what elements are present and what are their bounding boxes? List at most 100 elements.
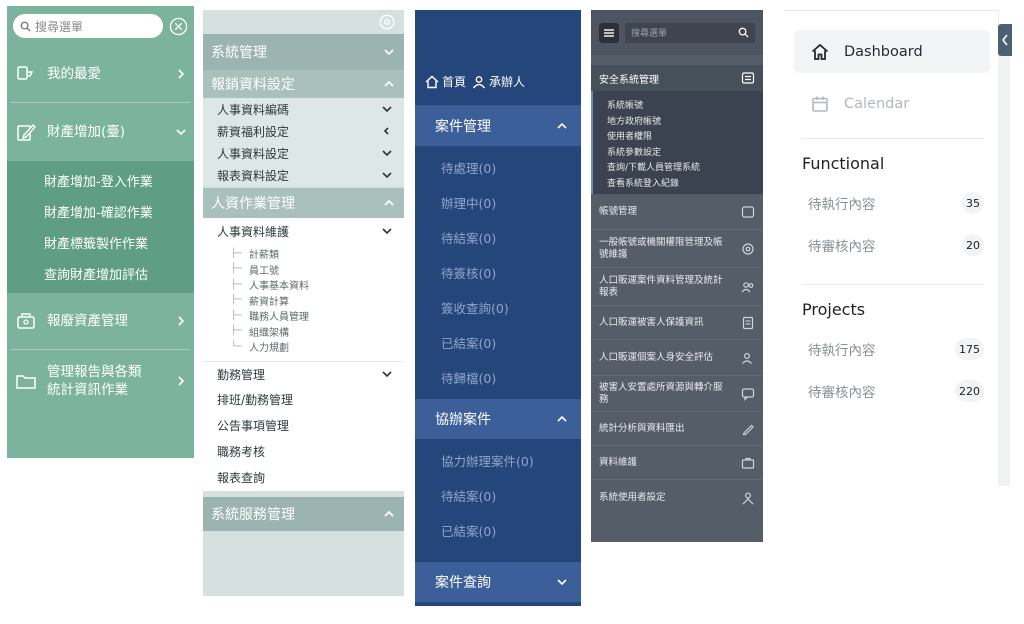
menu-item[interactable]: 報表查詢 — [203, 464, 404, 491]
submenu-item[interactable]: 人事資料編碼 — [203, 98, 404, 120]
tree-leaf-label: 員工號 — [249, 265, 279, 277]
tree-leaf[interactable]: ├─ 職務人員管理 — [203, 308, 404, 324]
menu-item-label: 職務考核 — [217, 445, 266, 459]
submenu-item[interactable]: 薪資福利設定 — [203, 120, 404, 142]
section-label: 系統服務管理 — [211, 506, 295, 523]
list-item[interactable]: 待執行內容 175 — [784, 328, 998, 370]
home-link[interactable]: 首頁 — [425, 73, 466, 90]
list-item-label: 待審核內容 — [808, 385, 876, 401]
menu-item[interactable]: 勤務管理 — [203, 360, 404, 387]
menu-row[interactable]: 一般帳號或機關權限管理及帳號維護 — [591, 230, 763, 268]
nav-dashboard[interactable]: Dashboard — [794, 30, 990, 73]
menu-item-favorites[interactable]: 我的最愛 — [7, 46, 194, 102]
tree-connector: ├─ — [231, 264, 242, 275]
submenu-item[interactable]: 待簽核(0) — [415, 255, 581, 290]
tree-leaf[interactable]: ├─ 薪資計算 — [203, 293, 404, 309]
submenu-item[interactable]: 報表資料設定 — [203, 164, 404, 186]
menu-item[interactable]: 公告事項管理 — [203, 412, 404, 439]
section-co-cases[interactable]: 協辦案件 — [415, 399, 581, 439]
submenu-item[interactable]: 查詢/下載人員管理系統 — [593, 159, 763, 175]
menu-item-scrap-assets[interactable]: 報廢資產管理 — [7, 293, 194, 349]
chevron-left-icon — [1001, 34, 1009, 46]
nav-calendar[interactable]: Calendar — [794, 82, 990, 125]
menu-item[interactable]: 職務考核 — [203, 438, 404, 465]
section-system[interactable]: 系統管理 — [203, 34, 404, 70]
chevron-up-icon — [557, 121, 567, 131]
menu-icon[interactable] — [599, 22, 619, 43]
menu-row[interactable]: 資料維護 — [591, 446, 763, 480]
tree-list: ├─ 計薪類 ├─ 員工號 ├─ 人事基本資料 ├─ 薪資計算 ├─ 職務人員管理 ├─ 組… — [203, 244, 404, 361]
list-item[interactable]: 待審核內容 220 — [784, 370, 998, 412]
menu-item-label: 勤務管理 — [217, 367, 266, 382]
submenu-item[interactable]: 待結案(0) — [415, 478, 581, 513]
search-input[interactable]: 搜尋選單 — [13, 14, 163, 38]
submenu-item[interactable]: 待處理(0) — [415, 150, 581, 185]
tree-leaf-label: 職務人員管理 — [249, 312, 309, 324]
menu-row[interactable]: 人口販運個案人身安全評估 — [591, 340, 763, 376]
submenu-item[interactable]: 辦理中(0) — [415, 185, 581, 220]
submenu-item[interactable]: 地方政府帳號 — [593, 113, 763, 129]
tree-leaf[interactable]: ├─ 人事基本資料 — [203, 277, 404, 293]
tree-leaf[interactable]: ├─ 計薪類 — [203, 246, 404, 262]
search-input[interactable]: 搜尋選單 — [625, 22, 755, 43]
submenu-item-hr-group[interactable]: 人事資料維護 — [203, 218, 404, 244]
tree-leaf[interactable]: ├─ 員工號 — [203, 262, 404, 278]
submenu-item[interactable]: 財產增加-確認作業 — [7, 196, 194, 227]
section-case-query[interactable]: 案件查詢 — [415, 562, 581, 602]
menu-row[interactable]: 被害人安置處所資源與轉介服務 — [591, 376, 763, 412]
section-service[interactable]: 系統服務管理 — [203, 496, 404, 531]
section-settings[interactable]: 報銷資料設定 — [203, 70, 404, 98]
chevron-down-icon — [382, 170, 392, 180]
submenu-item[interactable]: 財產標籤製作作業 — [7, 227, 194, 258]
submenu: 待處理(0) 辦理中(0) 待結案(0) 待簽核(0) 簽收查詢(0) 已結案(… — [415, 146, 581, 399]
close-icon[interactable] — [169, 17, 188, 36]
submenu-item[interactable]: 人事資料設定 — [203, 142, 404, 164]
list-item[interactable]: 待審核內容 20 — [784, 224, 998, 266]
home-label: 首頁 — [442, 75, 467, 89]
submenu-item[interactable]: 財產增加-登入作業 — [7, 165, 194, 196]
menu-row[interactable]: 帳號管理 — [591, 194, 763, 230]
group-icon — [741, 71, 755, 85]
menu-item-reports[interactable]: 管理報告與各類 統計資訊作業 — [7, 350, 194, 412]
material-sidebar: Dashboard Calendar Functional 待執行內容 35 待… — [784, 10, 999, 484]
count-badge: 175 — [955, 338, 984, 360]
section-case-management[interactable]: 案件管理 — [415, 106, 581, 146]
group-title: Projects — [802, 300, 866, 319]
chevron-down-icon — [382, 369, 392, 379]
menu-item-asset-increase[interactable]: 財產增加(臺) — [7, 103, 194, 161]
menu-row-label: 一般帳號或機關權限管理及帳號維護 — [599, 236, 723, 260]
nav-label: Calendar — [844, 95, 910, 112]
tree-leaf[interactable]: ├─ 組織架構 — [203, 324, 404, 340]
submenu-item[interactable]: 查看系統登入紀錄 — [593, 175, 763, 191]
menu-item[interactable]: 排班/勤務管理 — [203, 386, 404, 413]
submenu-item[interactable]: 已結案(0) — [415, 325, 581, 360]
green-sidebar-topbar: 搜尋選單 — [7, 6, 194, 46]
settings-icon[interactable] — [378, 13, 396, 31]
list-item[interactable]: 待執行內容 35 — [784, 182, 998, 224]
submenu-item[interactable]: 待結案(0) — [415, 220, 581, 255]
section-hr[interactable]: 人資作業管理 — [203, 188, 404, 218]
submenu-item[interactable]: 待歸檔(0) — [415, 360, 581, 395]
menu-item-label: 公告事項管理 — [217, 419, 290, 433]
collapse-sidebar-button[interactable] — [998, 24, 1012, 56]
menu-item-label: 報表查詢 — [217, 471, 266, 485]
submenu-item[interactable]: 已結案(0) — [415, 513, 581, 548]
group-title: Functional — [802, 154, 885, 173]
submenu-item[interactable]: 簽收查詢(0) — [415, 290, 581, 325]
submenu-item[interactable]: 查詢財產增加評估 — [7, 258, 194, 289]
submenu-item[interactable]: 使用者權限 — [593, 128, 763, 144]
menu-row[interactable]: 人口販運被害人保護資訊 — [591, 306, 763, 340]
submenu-item[interactable]: 協力辦理案件(0) — [415, 443, 581, 478]
count-badge: 220 — [955, 380, 984, 402]
doc-icon — [741, 316, 755, 330]
chevron-down-icon — [382, 226, 392, 236]
group-security[interactable]: 安全系統管理 — [591, 65, 763, 91]
tree-connector: ├─ — [231, 310, 242, 321]
menu-row[interactable]: 人口販運案件資料管理及統計報表 — [591, 268, 763, 306]
tree-leaf[interactable]: └─ 人力規劃 — [203, 339, 404, 355]
submenu-item[interactable]: 系統參數設定 — [593, 144, 763, 160]
user-link[interactable]: 承辦人 — [472, 73, 525, 90]
submenu-item[interactable]: 系統帳號 — [593, 97, 763, 113]
menu-row[interactable]: 統計分析與資料匯出 — [591, 412, 763, 446]
menu-row[interactable]: 系統使用者設定 — [591, 480, 763, 516]
